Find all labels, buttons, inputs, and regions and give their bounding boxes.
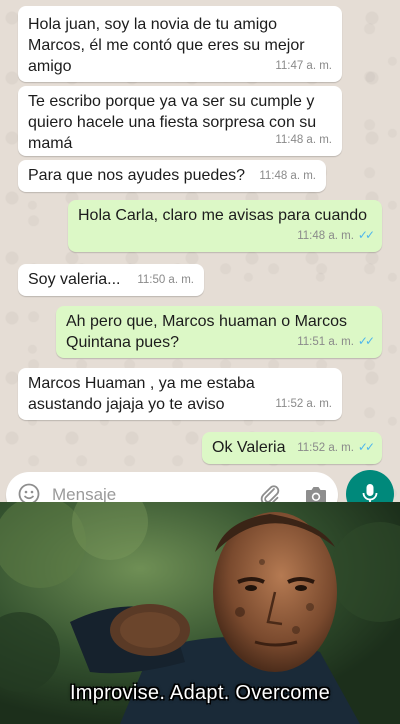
double-check-icon: ✓✓ <box>357 440 375 454</box>
message-time-text: 11:51 a. m. <box>297 336 354 348</box>
message-time-text: 11:48 a. m. <box>297 230 354 242</box>
incoming-message[interactable]: Soy valeria... 11:50 a. m. <box>18 264 204 296</box>
message-time: 11:51 a. m. ✓✓ <box>297 331 375 353</box>
outgoing-message[interactable]: Ah pero que, Marcos huaman o Marcos Quin… <box>56 306 382 358</box>
double-check-icon: ✓✓ <box>357 228 375 242</box>
message-time: 11:48 a. m. <box>275 134 332 146</box>
incoming-message[interactable]: Hola juan, soy la novia de tu amigo Marc… <box>18 6 342 82</box>
chat-area[interactable]: Hola juan, soy la novia de tu amigo Marc… <box>0 0 400 502</box>
screenshot: Hola juan, soy la novia de tu amigo Marc… <box>0 0 400 724</box>
message-time: 11:52 a. m. ✓✓ <box>297 437 375 459</box>
message-time: 11:48 a. m. <box>259 170 316 182</box>
incoming-message[interactable]: Te escribo porque ya va ser su cumple y … <box>18 86 342 156</box>
message-time: 11:52 a. m. <box>275 398 332 410</box>
outgoing-message[interactable]: Ok Valeria 11:52 a. m. ✓✓ <box>202 432 382 464</box>
outgoing-message[interactable]: Hola Carla, claro me avisas para cuando … <box>68 200 382 252</box>
double-check-icon: ✓✓ <box>357 334 375 348</box>
message-time-text: 11:52 a. m. <box>297 442 354 454</box>
message-time: 11:47 a. m. <box>275 60 332 72</box>
message-time: 11:50 a. m. <box>137 274 194 286</box>
meme-caption: Improvise. Adapt. Overcome <box>69 682 331 704</box>
incoming-message[interactable]: Marcos Huaman , ya me estaba asustando j… <box>18 368 342 420</box>
incoming-message[interactable]: Para que nos ayudes puedes? 11:48 a. m. <box>18 160 326 192</box>
message-text: Hola Carla, claro me avisas para cuando <box>78 207 368 224</box>
message-time: 11:48 a. m. ✓✓ <box>297 225 375 247</box>
